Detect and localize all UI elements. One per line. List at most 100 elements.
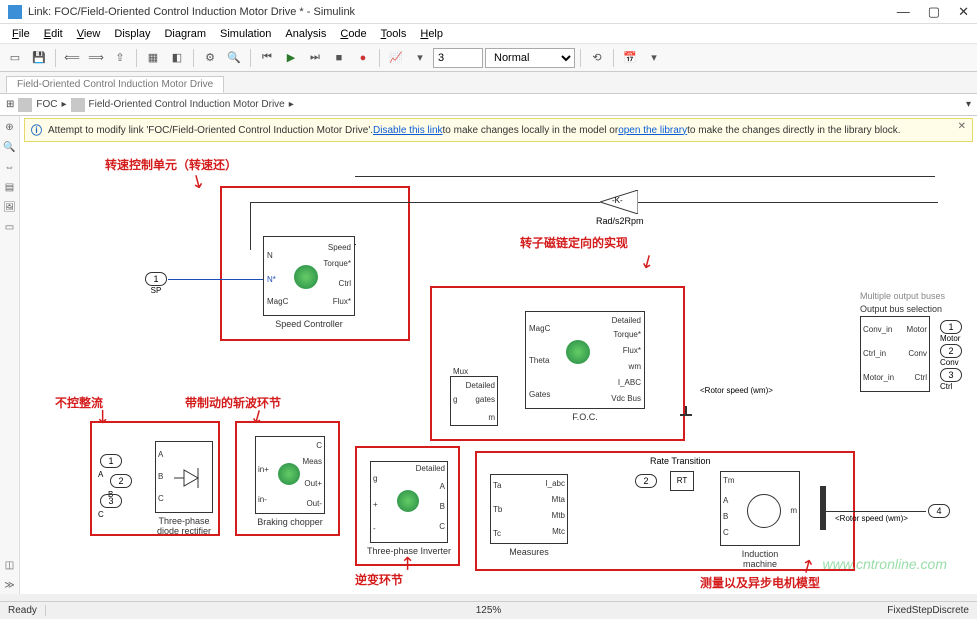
- menu-help[interactable]: Help: [414, 26, 449, 42]
- save-button[interactable]: 💾: [28, 47, 50, 69]
- label-rectifier: 不控整流: [55, 394, 103, 411]
- tab-model[interactable]: Field-Oriented Control Induction Motor D…: [6, 76, 224, 93]
- stop-button[interactable]: ■: [328, 47, 350, 69]
- zoom-tool-icon[interactable]: 🔍: [3, 142, 17, 156]
- outport-motor[interactable]: 1Motor: [940, 320, 962, 343]
- breadcrumb-root[interactable]: FOC: [36, 99, 57, 110]
- controller-icon: [294, 265, 318, 289]
- block-gain[interactable]: -K- Rad/s2Rpm: [600, 190, 638, 214]
- label-chopper: 带制动的斩波环节: [185, 394, 281, 411]
- outport-ctrl[interactable]: 3Ctrl: [940, 368, 962, 391]
- stop-time-input[interactable]: [433, 48, 483, 68]
- forward-button[interactable]: ⟹: [85, 47, 107, 69]
- step-back-button[interactable]: ⏮: [256, 47, 278, 69]
- block-bus-selector[interactable]: Conv_in Ctrl_in Motor_in Motor Conv Ctrl: [860, 316, 930, 392]
- label-inverter: 逆变环节: [355, 571, 403, 588]
- back-button[interactable]: ⟸: [61, 47, 83, 69]
- block-induction-machine[interactable]: Tm A B C m Induction machine: [720, 471, 800, 546]
- inport-rate[interactable]: 2: [635, 474, 657, 488]
- window-title: Link: FOC/Field-Oriented Control Inducti…: [28, 6, 897, 18]
- run-button[interactable]: ▶: [280, 47, 302, 69]
- toolbar: ▭ 💾 ⟸ ⟹ ⇧ ▦ ◧ ⚙ 🔍 ⏮ ▶ ⏭ ■ ● 📈 ▾ Normal ⟲…: [0, 44, 977, 72]
- record-button[interactable]: ●: [352, 47, 374, 69]
- step-forward-button[interactable]: ⏭: [304, 47, 326, 69]
- inport-c[interactable]: 3: [100, 494, 122, 508]
- notice-close-icon[interactable]: ✕: [958, 121, 966, 132]
- workspace: ⓘ Attempt to modify link 'FOC/Field-Orie…: [0, 116, 977, 594]
- block-speed-controller[interactable]: N N* MagC Speed Torque* Ctrl Flux* Speed…: [263, 236, 355, 316]
- menu-diagram[interactable]: Diagram: [158, 26, 212, 42]
- hide-browser-icon[interactable]: ⊞: [6, 99, 14, 110]
- minimize-button[interactable]: —: [897, 4, 910, 20]
- menu-simulation[interactable]: Simulation: [214, 26, 277, 42]
- block-inverter[interactable]: Detailed g + - A B C Three-phase Inverte…: [370, 461, 448, 543]
- status-solver[interactable]: FixedStepDiscrete: [887, 605, 969, 616]
- maximize-button[interactable]: ▢: [928, 4, 940, 20]
- search-button[interactable]: 🔍: [223, 47, 245, 69]
- chopper-icon: [278, 463, 300, 485]
- block-rectifier[interactable]: A B C Three-phase diode rectifier: [155, 441, 213, 513]
- breadcrumb-end-icon: ▸: [289, 99, 294, 110]
- foc-icon: [566, 340, 590, 364]
- model-explorer-button[interactable]: ◧: [166, 47, 188, 69]
- signal-button[interactable]: 📈: [385, 47, 407, 69]
- pan-tool-icon[interactable]: ⇔: [3, 162, 17, 176]
- inport-sp[interactable]: 1 SP: [145, 272, 167, 295]
- menu-analysis[interactable]: Analysis: [279, 26, 332, 42]
- disable-link[interactable]: Disable this link: [373, 125, 442, 136]
- menu-view[interactable]: View: [71, 26, 107, 42]
- model-icon: [18, 98, 32, 112]
- inport-a[interactable]: 1: [100, 454, 122, 468]
- inport-b[interactable]: 2: [110, 474, 132, 488]
- block-foc[interactable]: Detailed MagC Theta Gates Torque* Flux* …: [525, 311, 645, 409]
- subsystem-icon: [71, 98, 85, 112]
- menu-edit[interactable]: Edit: [38, 26, 69, 42]
- menu-bar: FFileile Edit View Display Diagram Simul…: [0, 24, 977, 44]
- canvas-palette: ⊕ 🔍 ⇔ ▤ 🖼 ▭ ◫ ≫: [0, 116, 20, 594]
- breadcrumb-dropdown-icon[interactable]: ▾: [966, 99, 971, 110]
- bus-title: Multiple output buses: [860, 291, 945, 301]
- annotate-icon[interactable]: ▤: [3, 182, 17, 196]
- menu-file[interactable]: FFileile: [6, 26, 36, 42]
- new-model-button[interactable]: ▭: [4, 47, 26, 69]
- link-notice: ⓘ Attempt to modify link 'FOC/Field-Orie…: [24, 118, 973, 142]
- build-button[interactable]: 📅: [619, 47, 641, 69]
- close-button[interactable]: ✕: [958, 4, 969, 20]
- watermark: www.cntronline.com: [823, 556, 948, 572]
- menu-code[interactable]: Code: [334, 26, 372, 42]
- block-chopper[interactable]: in+ in- C Meas Out+ Out- Braking chopper: [255, 436, 325, 514]
- open-library-link[interactable]: open the library: [618, 125, 687, 136]
- rate-transition-label: Rate Transition: [650, 456, 711, 466]
- model-canvas[interactable]: 转速控制单元（转速还） ↘ 转子磁链定向的实现 ↘ 不控整流 ↘ 带制动的斩波环…: [20, 116, 977, 594]
- fast-restart-button[interactable]: ⟲: [586, 47, 608, 69]
- status-zoom[interactable]: 125%: [476, 605, 502, 616]
- menu-display[interactable]: Display: [108, 26, 156, 42]
- simulation-mode-select[interactable]: Normal: [485, 48, 575, 68]
- app-icon: [8, 5, 22, 19]
- unknown-icon[interactable]: ▭: [3, 222, 17, 236]
- label-speed: 转速控制单元（转速还）: [105, 156, 237, 173]
- zoom-fit-icon[interactable]: ⊕: [3, 122, 17, 136]
- image-icon[interactable]: 🖼: [3, 202, 17, 216]
- more-icon[interactable]: ▾: [643, 47, 665, 69]
- demux-bar[interactable]: [820, 486, 826, 530]
- palette-bottom-icon[interactable]: ◫: [3, 560, 17, 574]
- label-rotor-flux: 转子磁链定向的实现: [520, 234, 628, 251]
- palette-bottom-icon2[interactable]: ≫: [3, 580, 17, 594]
- block-rate-transition[interactable]: RT: [670, 471, 694, 491]
- signal-rotor-speed: <Rotor speed (wm)>: [700, 386, 773, 395]
- bus-subtitle: Output bus selection: [860, 304, 942, 314]
- library-browser-button[interactable]: ▦: [142, 47, 164, 69]
- motor-icon: [747, 494, 781, 528]
- block-mux[interactable]: Mux Detailed g gates m: [450, 376, 498, 426]
- status-bar: Ready 125% FixedStepDiscrete: [0, 601, 977, 619]
- config-button[interactable]: ⚙: [199, 47, 221, 69]
- menu-tools[interactable]: Tools: [375, 26, 413, 42]
- wire: [168, 279, 263, 280]
- outport-conv[interactable]: 2Conv: [940, 344, 962, 367]
- up-button[interactable]: ⇧: [109, 47, 131, 69]
- block-measures[interactable]: Ta Tb Tc I_abc Mta Mtb Mtc Measures: [490, 474, 568, 544]
- outport-4[interactable]: 4: [928, 504, 950, 518]
- dropdown-icon[interactable]: ▾: [409, 47, 431, 69]
- breadcrumb-current[interactable]: Field-Oriented Control Induction Motor D…: [89, 99, 285, 110]
